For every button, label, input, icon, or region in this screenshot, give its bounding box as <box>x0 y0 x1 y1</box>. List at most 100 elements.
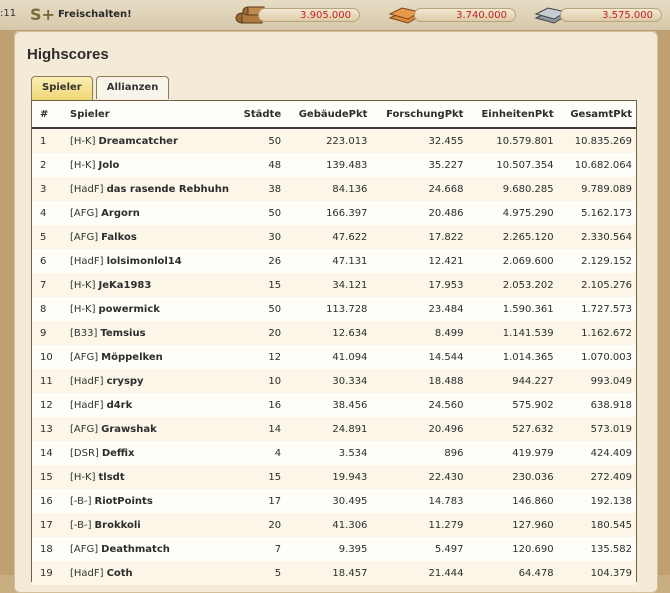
alliance-tag[interactable]: [AFG] <box>70 544 98 555</box>
research-points-cell: 32.455 <box>371 128 468 153</box>
building-points-cell: 223.013 <box>285 128 372 153</box>
player-name[interactable]: lolsimonlol14 <box>107 256 182 267</box>
unlock-button[interactable]: S+ Freischalten! <box>30 5 132 24</box>
alliance-tag[interactable]: [AFG] <box>70 424 98 435</box>
player-name[interactable]: Möppelken <box>101 352 163 363</box>
player-name[interactable]: Deffix <box>102 448 135 459</box>
research-points-cell: 12.421 <box>371 249 468 273</box>
col-research-points[interactable]: ForschungPkt <box>371 101 468 129</box>
cities-cell: 16 <box>234 393 286 417</box>
research-points-cell: 22.430 <box>371 465 468 489</box>
unit-points-cell: 10.507.354 <box>467 153 558 177</box>
rank-cell: 8 <box>32 297 66 321</box>
table-row: 19 [HadF] Coth 5 18.457 21.444 64.478 104.379 <box>32 561 636 585</box>
building-points-cell: 38.456 <box>285 393 372 417</box>
table-row: 4 [AFG] Argorn 50 166.397 20.486 4.975.290 5.16… <box>32 201 636 225</box>
alliance-tag[interactable]: [H-K] <box>70 472 96 483</box>
tab-bar: Spieler Allianzen <box>31 76 170 100</box>
alliance-tag[interactable]: [B33] <box>70 328 97 339</box>
total-points-cell: 135.582 <box>557 537 636 561</box>
player-name[interactable]: tlsdt <box>99 472 125 483</box>
unit-points-cell: 4.975.290 <box>467 201 558 225</box>
player-name[interactable]: cryspy <box>107 376 144 387</box>
total-points-cell: 5.162.173 <box>557 201 636 225</box>
building-points-cell: 19.943 <box>285 465 372 489</box>
cities-cell: 5 <box>234 561 286 585</box>
alliance-tag[interactable]: [H-K] <box>70 136 96 147</box>
total-points-cell: 192.138 <box>557 489 636 513</box>
building-points-cell: 24.891 <box>285 417 372 441</box>
alliance-tag[interactable]: [AFG] <box>70 352 98 363</box>
alliance-tag[interactable]: [H-K] <box>70 280 96 291</box>
cities-cell: 50 <box>234 201 286 225</box>
alliance-tag[interactable]: [DSR] <box>70 448 99 459</box>
player-name[interactable]: Deathmatch <box>101 544 170 555</box>
research-points-cell: 14.544 <box>371 345 468 369</box>
player-name[interactable]: Temsius <box>100 328 145 339</box>
alliance-tag[interactable]: [AFG] <box>70 232 98 243</box>
rank-cell: 12 <box>32 393 66 417</box>
rank-cell: 15 <box>32 465 66 489</box>
total-points-cell: 2.105.276 <box>557 273 636 297</box>
player-name[interactable]: Dreamcatcher <box>99 136 178 147</box>
unit-points-cell: 527.632 <box>467 417 558 441</box>
table-row: 18 [AFG] Deathmatch 7 9.395 5.497 120.690 135.5… <box>32 537 636 561</box>
col-total-points[interactable]: GesamtPkt <box>557 101 636 129</box>
total-points-cell: 573.019 <box>557 417 636 441</box>
alliance-tag[interactable]: [HadF] <box>70 256 104 267</box>
alliance-tag[interactable]: [HadF] <box>70 376 104 387</box>
tab-players[interactable]: Spieler <box>31 76 93 100</box>
building-points-cell: 18.457 <box>285 561 372 585</box>
player-cell: [B33] Temsius <box>66 321 234 345</box>
total-points-cell: 10.835.269 <box>557 128 636 153</box>
alliance-tag[interactable]: [-B-] <box>70 496 92 507</box>
alliance-tag[interactable]: [H-K] <box>70 304 96 315</box>
alliance-tag[interactable]: [AFG] <box>70 208 98 219</box>
alliance-tag[interactable]: [HadF] <box>70 400 104 411</box>
research-points-cell: 35.227 <box>371 153 468 177</box>
building-points-cell: 30.495 <box>285 489 372 513</box>
player-cell: [AFG] Deathmatch <box>66 537 234 561</box>
research-points-cell: 18.488 <box>371 369 468 393</box>
player-name[interactable]: Falkos <box>101 232 137 243</box>
tab-alliances[interactable]: Allianzen <box>95 76 170 99</box>
building-points-cell: 139.483 <box>285 153 372 177</box>
research-points-cell: 17.822 <box>371 225 468 249</box>
research-points-cell: 14.783 <box>371 489 468 513</box>
col-unit-points[interactable]: EinheitenPkt <box>467 101 558 129</box>
col-rank[interactable]: # <box>32 101 66 129</box>
col-building-points[interactable]: GebäudePkt <box>285 101 372 129</box>
unit-points-cell: 230.036 <box>467 465 558 489</box>
player-cell: [AFG] Falkos <box>66 225 234 249</box>
highscore-table-container: # Spieler Städte GebäudePkt ForschungPkt… <box>31 100 637 585</box>
col-cities[interactable]: Städte <box>234 101 286 129</box>
unit-points-cell: 1.141.539 <box>467 321 558 345</box>
player-name[interactable]: RiotPoints <box>95 496 153 507</box>
research-points-cell: 24.560 <box>371 393 468 417</box>
building-points-cell: 113.728 <box>285 297 372 321</box>
rank-cell: 9 <box>32 321 66 345</box>
player-name[interactable]: Argorn <box>101 208 140 219</box>
player-name[interactable]: Brokkoli <box>95 520 141 531</box>
building-points-cell: 84.136 <box>285 177 372 201</box>
alliance-tag[interactable]: [HadF] <box>70 184 104 195</box>
player-name[interactable]: Grawshak <box>101 424 157 435</box>
total-points-cell: 1.162.672 <box>557 321 636 345</box>
player-name[interactable]: powermick <box>99 304 160 315</box>
research-points-cell: 896 <box>371 441 468 465</box>
alliance-tag[interactable]: [-B-] <box>70 520 92 531</box>
player-name[interactable]: Jolo <box>99 160 120 171</box>
rank-cell: 19 <box>32 561 66 585</box>
cities-cell: 15 <box>234 273 286 297</box>
player-name[interactable]: JeKa1983 <box>99 280 152 291</box>
player-name[interactable]: d4rk <box>107 400 133 411</box>
alliance-tag[interactable]: [H-K] <box>70 160 96 171</box>
total-points-cell: 2.330.564 <box>557 225 636 249</box>
player-name[interactable]: Coth <box>107 568 133 579</box>
player-name[interactable]: das rasende Rebhuhn <box>107 184 229 195</box>
alliance-tag[interactable]: [HadF] <box>70 568 104 579</box>
timer-text: :11 <box>0 8 17 19</box>
col-player[interactable]: Spieler <box>66 101 234 129</box>
cities-cell: 50 <box>234 128 286 153</box>
player-cell: [HadF] lolsimonlol14 <box>66 249 234 273</box>
